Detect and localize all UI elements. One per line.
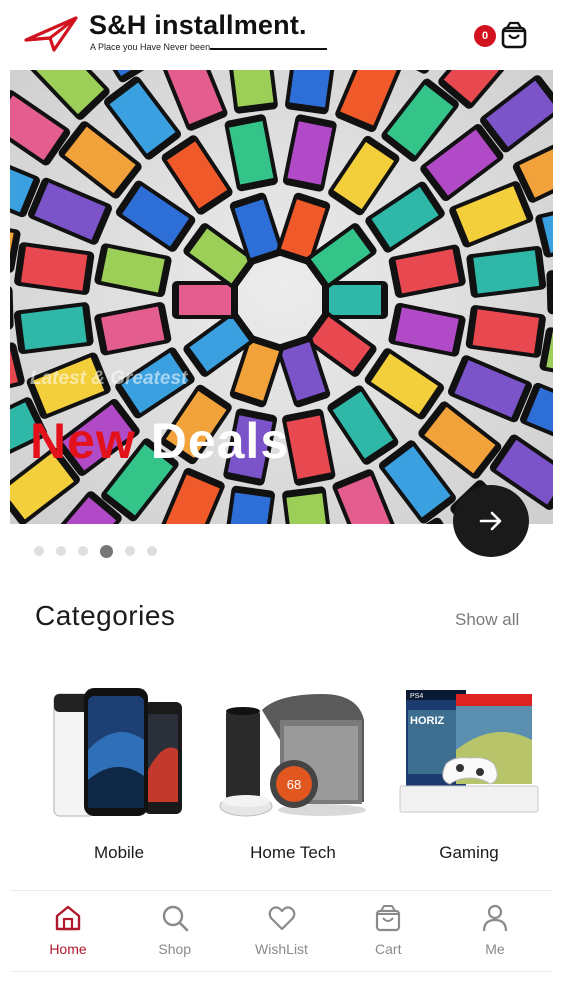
shopping-bag-icon	[501, 21, 527, 49]
heart-icon	[268, 906, 295, 931]
box-label: PS4	[410, 693, 423, 700]
categories-heading: Categories	[35, 600, 176, 631]
banner-title-white: Deals	[135, 413, 290, 469]
category-gaming[interactable]: PS4 HORIZ Gaming	[394, 680, 544, 870]
app-header: S&H installment. A Place you Have Never …	[0, 0, 563, 70]
user-icon	[482, 904, 508, 932]
box-brand: HORIZ	[410, 715, 445, 727]
carousel-indicator	[34, 544, 157, 558]
arrow-right-icon	[479, 511, 502, 531]
phone-graphic	[322, 281, 388, 319]
banner-title-red: New	[30, 413, 136, 469]
show-all-link[interactable]: Show all	[455, 610, 519, 630]
promo-banner[interactable]: Latest & Greatest New Deals	[10, 70, 553, 524]
carousel-dot[interactable]	[147, 546, 157, 556]
category-home-tech[interactable]: 68 Home Tech	[218, 680, 368, 870]
cart-icon	[376, 905, 401, 932]
banner-title: New Deals	[30, 412, 289, 470]
search-icon	[162, 905, 189, 932]
gaming-consoles-image: PS4 HORIZ	[399, 690, 539, 813]
tab-label: Me	[485, 941, 505, 957]
category-label: Gaming	[439, 843, 499, 862]
bottom-tab-bar: Home Shop WishList Cart Me	[10, 891, 553, 971]
bottom-divider	[10, 971, 553, 972]
tab-shop[interactable]: Shop	[131, 891, 219, 971]
phone-graphic	[172, 281, 238, 319]
banner-next-button[interactable]	[453, 485, 529, 557]
category-label: Home Tech	[250, 843, 336, 862]
category-mobile[interactable]: Mobile	[44, 680, 194, 870]
tab-cart[interactable]: Cart	[344, 891, 432, 971]
paper-plane-logo-icon[interactable]	[24, 14, 80, 52]
carousel-dot[interactable]	[56, 546, 66, 556]
brand-underline	[210, 48, 327, 50]
cart-count-badge: 0	[474, 25, 496, 47]
header-cart-button[interactable]: 0	[474, 20, 530, 50]
tab-label: Home	[49, 941, 87, 957]
banner-subtitle: Latest & Greatest	[30, 368, 188, 389]
mobile-phones-image	[53, 688, 182, 817]
phone-graphic	[466, 245, 547, 298]
home-tech-devices-image: 68	[219, 694, 366, 817]
carousel-dot[interactable]	[78, 546, 88, 556]
brand-name[interactable]: S&H installment.	[89, 10, 307, 41]
carousel-dot[interactable]	[125, 546, 135, 556]
brand-tagline: A Place you Have Never been	[90, 42, 211, 52]
tab-label: WishList	[255, 941, 308, 957]
tab-label: Shop	[158, 941, 192, 957]
carousel-dot[interactable]	[100, 544, 113, 558]
tab-me[interactable]: Me	[451, 891, 539, 971]
thermostat-reading: 68	[287, 777, 301, 792]
tab-wishlist[interactable]: WishList	[238, 891, 326, 971]
tab-home[interactable]: Home	[24, 891, 112, 971]
phone-graphic	[13, 302, 94, 355]
home-icon	[55, 905, 81, 931]
carousel-dot[interactable]	[34, 546, 44, 556]
category-label: Mobile	[93, 843, 145, 862]
tab-label: Cart	[375, 941, 402, 957]
